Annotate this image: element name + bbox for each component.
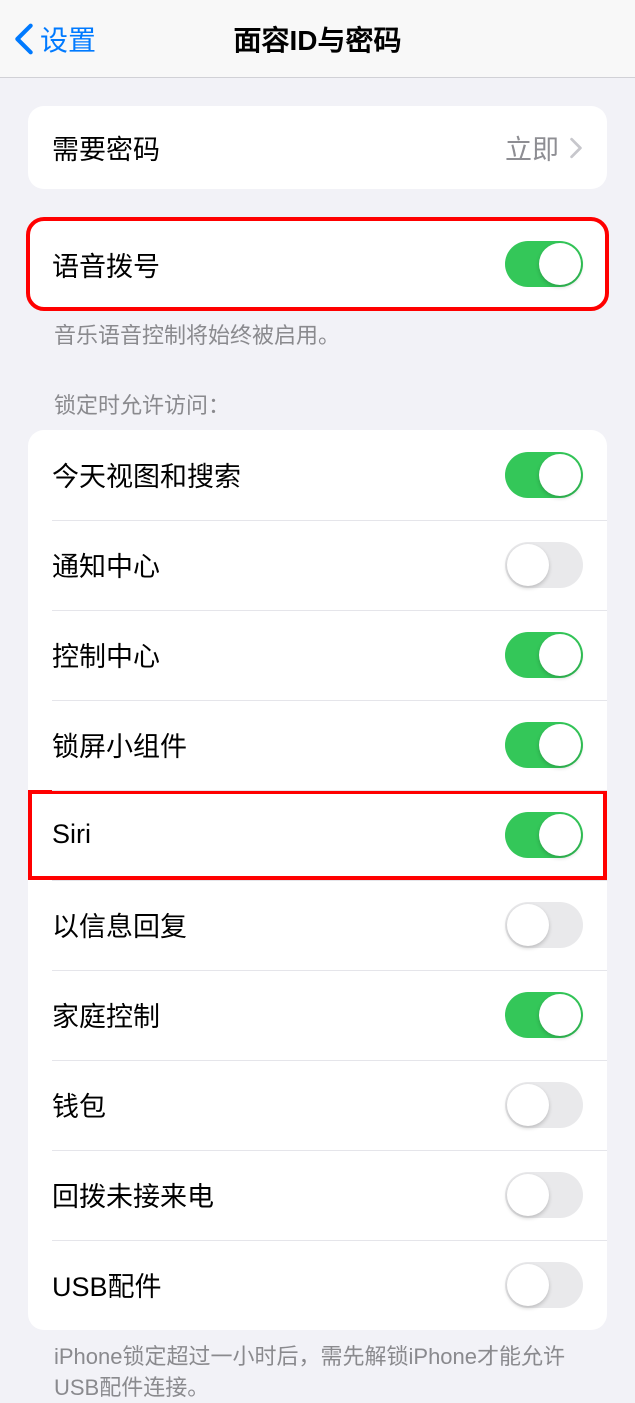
lock-access-footer: iPhone锁定超过一小时后，需先解锁iPhone才能允许USB配件连接。 — [28, 1330, 607, 1403]
lock-access-label: 回拨未接来电 — [52, 1175, 214, 1214]
lock-access-label: 控制中心 — [52, 635, 160, 674]
lock-access-row: 锁屏小组件 — [28, 700, 607, 790]
lock-access-toggle[interactable] — [505, 452, 583, 498]
require-passcode-row[interactable]: 需要密码 立即 — [28, 106, 607, 189]
lock-access-toggle[interactable] — [505, 632, 583, 678]
voice-dial-footer: 音乐语音控制将始终被启用。 — [28, 309, 607, 352]
nav-header: 设置 面容ID与密码 — [0, 0, 635, 78]
page-title: 面容ID与密码 — [233, 19, 401, 59]
lock-access-toggle[interactable] — [505, 1172, 583, 1218]
lock-access-section: 今天视图和搜索通知中心控制中心锁屏小组件 Siri 以信息回复家庭控制钱包回拨未接来… — [28, 430, 607, 1330]
lock-access-row: 以信息回复 — [28, 880, 607, 970]
lock-access-label: 通知中心 — [52, 545, 160, 584]
lock-access-label: 钱包 — [52, 1085, 106, 1124]
lock-access-toggle[interactable] — [505, 812, 583, 858]
chevron-right-icon — [569, 137, 583, 159]
passcode-section: 需要密码 立即 — [28, 106, 607, 189]
lock-access-label: 以信息回复 — [52, 905, 187, 944]
lock-access-label: Siri — [52, 819, 91, 850]
lock-access-toggle[interactable] — [505, 902, 583, 948]
lock-access-row: 家庭控制 — [28, 970, 607, 1060]
lock-access-header: 锁定时允许访问： — [28, 352, 607, 430]
lock-access-toggle[interactable] — [505, 1262, 583, 1308]
back-label: 设置 — [40, 19, 96, 59]
voice-dial-toggle[interactable] — [505, 241, 583, 287]
lock-access-row: 通知中心 — [28, 520, 607, 610]
lock-access-toggle[interactable] — [505, 542, 583, 588]
lock-access-label: USB配件 — [52, 1265, 162, 1304]
lock-access-label: 锁屏小组件 — [52, 725, 187, 764]
lock-access-row: 控制中心 — [28, 610, 607, 700]
lock-access-row: Siri — [28, 790, 607, 880]
lock-access-toggle[interactable] — [505, 1082, 583, 1128]
lock-access-toggle[interactable] — [505, 992, 583, 1038]
lock-access-row: 今天视图和搜索 — [28, 430, 607, 520]
voice-dial-row: 语音拨号 — [28, 219, 607, 309]
voice-dial-section: 语音拨号 — [28, 219, 607, 309]
back-button[interactable]: 设置 — [0, 19, 96, 59]
lock-access-row: 回拨未接来电 — [28, 1150, 607, 1240]
lock-access-row: USB配件 — [28, 1240, 607, 1330]
lock-access-row: 钱包 — [28, 1060, 607, 1150]
voice-dial-label: 语音拨号 — [52, 245, 160, 284]
chevron-left-icon — [14, 22, 34, 56]
require-passcode-value: 立即 — [505, 128, 559, 167]
lock-access-toggle[interactable] — [505, 722, 583, 768]
lock-access-label: 今天视图和搜索 — [52, 455, 241, 494]
require-passcode-label: 需要密码 — [52, 128, 160, 167]
lock-access-label: 家庭控制 — [52, 995, 160, 1034]
